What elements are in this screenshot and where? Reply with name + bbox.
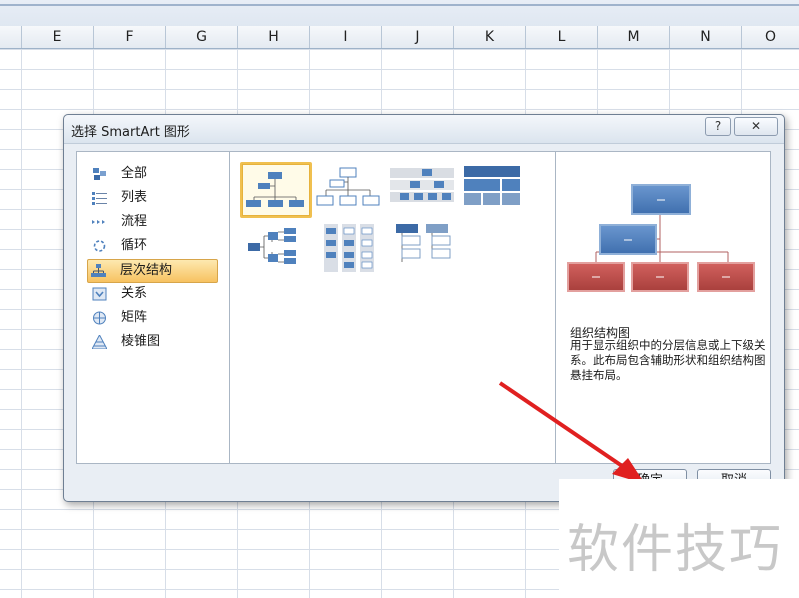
- layout-name-title-org-chart[interactable]: [314, 164, 382, 216]
- category-pyramid[interactable]: 棱锥图: [89, 332, 217, 352]
- horizontal-hierarchy-thumbnail-icon: [248, 228, 296, 264]
- help-button[interactable]: ?: [705, 117, 731, 136]
- category-label: 矩阵: [121, 310, 148, 325]
- dialog-title: 选择 SmartArt 图形: [71, 125, 190, 140]
- category-list-item[interactable]: 列表: [89, 188, 217, 208]
- hierarchy-icon: [91, 264, 106, 277]
- pyramid-icon: [92, 335, 107, 349]
- category-label: 流程: [121, 214, 148, 229]
- column-header-m[interactable]: M: [598, 26, 670, 48]
- column-header-k[interactable]: K: [454, 26, 526, 48]
- column-header-f[interactable]: F: [94, 26, 166, 48]
- category-relationship[interactable]: 关系: [89, 284, 217, 304]
- category-label: 全部: [121, 166, 148, 181]
- column-header-n[interactable]: N: [670, 26, 742, 48]
- matrix-icon: [93, 311, 106, 325]
- relationship-icon: [92, 287, 107, 301]
- category-label: 循环: [121, 238, 148, 253]
- dialog-title-bar[interactable]: 选择 SmartArt 图形 ? ✕: [64, 115, 784, 144]
- table-hierarchy-thumbnail-icon: [464, 166, 520, 205]
- category-cycle[interactable]: 循环: [89, 236, 217, 256]
- org-chart-preview-icon: [567, 184, 755, 292]
- category-label: 棱锥图: [121, 334, 161, 349]
- list-icon: [92, 192, 107, 205]
- column-header-row: E F G H I J K L M N O: [0, 26, 799, 49]
- help-icon: ?: [714, 119, 722, 133]
- category-process[interactable]: 流程: [89, 212, 217, 232]
- layout-table-hierarchy[interactable]: [462, 164, 530, 216]
- watermark-text: 软件技巧: [567, 520, 784, 580]
- category-label: 关系: [121, 286, 148, 301]
- column-header-e[interactable]: E: [21, 26, 94, 48]
- ribbon-strip: [0, 0, 799, 27]
- category-label: 层次结构: [120, 263, 173, 278]
- column-header-g[interactable]: G: [166, 26, 238, 48]
- labeled-hierarchy-thumbnail-icon: [390, 168, 454, 202]
- close-icon: ✕: [750, 119, 762, 133]
- smartart-dialog: 选择 SmartArt 图形 ? ✕ 全部 列表 流程 循环 层次结构 关系 矩…: [63, 114, 785, 502]
- cycle-icon: [93, 240, 106, 252]
- column-header-o[interactable]: O: [742, 26, 799, 48]
- layout-gallery: [229, 151, 556, 464]
- column-header-i[interactable]: I: [310, 26, 382, 48]
- layout-horizontal-hierarchy[interactable]: [244, 222, 312, 274]
- layout-lined-list[interactable]: [392, 222, 460, 274]
- org-chart-thumbnail-icon: [246, 172, 304, 207]
- watermark: 软件技巧: [559, 479, 799, 598]
- preview-panel: 组织结构图 用于显示组织中的分层信息或上下级关系。此布局包含辅助形状和组织结构图…: [555, 151, 771, 464]
- process-icon: [92, 220, 105, 224]
- category-label: 列表: [121, 190, 148, 205]
- hierarchy-list-thumbnail-icon: [324, 224, 374, 272]
- column-header-partial[interactable]: [0, 26, 22, 48]
- category-matrix[interactable]: 矩阵: [89, 308, 217, 328]
- layout-hierarchy-list[interactable]: [318, 222, 386, 274]
- lined-list-thumbnail-icon: [396, 224, 451, 262]
- preview-description: 用于显示组织中的分层信息或上下级关系。此布局包含辅助形状和组织结构图悬挂布局。: [570, 338, 766, 382]
- column-header-l[interactable]: L: [526, 26, 598, 48]
- category-all[interactable]: 全部: [89, 164, 217, 184]
- layout-org-chart[interactable]: [240, 162, 312, 218]
- category-list: 全部 列表 流程 循环 层次结构 关系 矩阵 棱锥图: [76, 151, 230, 464]
- close-button[interactable]: ✕: [734, 117, 778, 136]
- all-icon: [93, 168, 106, 180]
- column-header-h[interactable]: H: [238, 26, 310, 48]
- name-title-chart-thumbnail-icon: [316, 167, 380, 206]
- layout-labeled-hierarchy[interactable]: [388, 164, 456, 216]
- category-hierarchy[interactable]: 层次结构: [87, 259, 218, 283]
- column-header-j[interactable]: J: [382, 26, 454, 48]
